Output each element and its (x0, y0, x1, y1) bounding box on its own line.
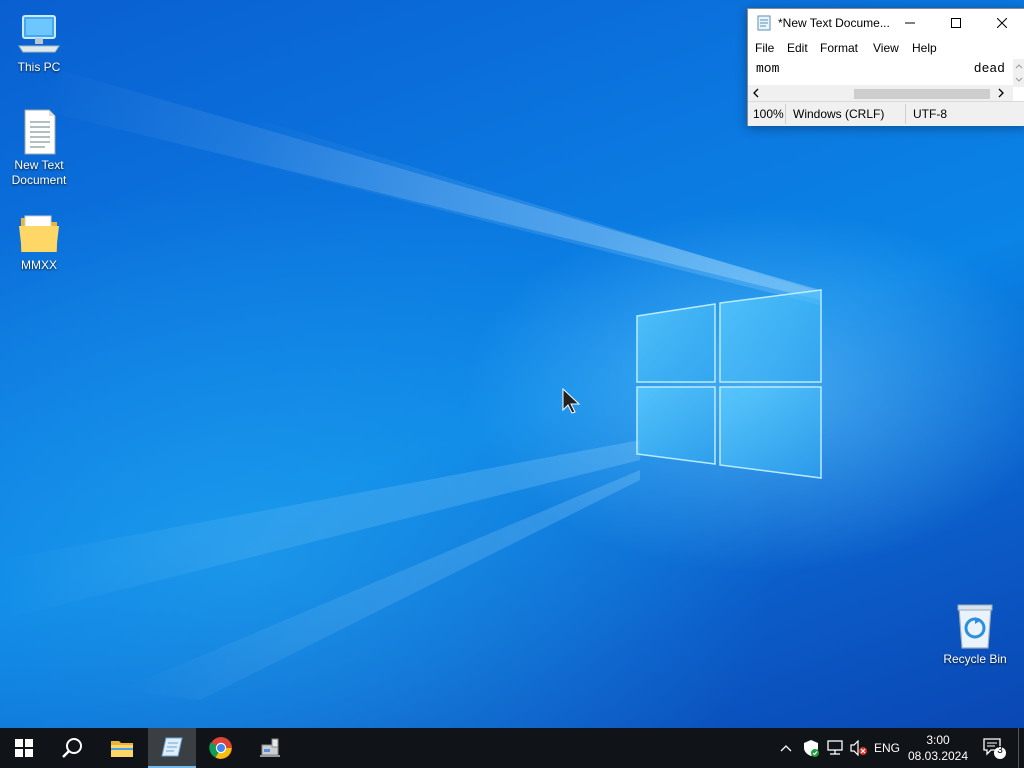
menu-format[interactable]: Format (820, 41, 858, 55)
encoding: UTF-8 (913, 107, 947, 121)
windows-logo (636, 289, 822, 479)
scroll-up-icon[interactable] (1013, 61, 1024, 71)
menu-edit[interactable]: Edit (787, 41, 808, 55)
desktop-icon-label: New Text Document (11, 158, 67, 187)
clock[interactable]: 3:00 08.03.2024 (906, 732, 970, 764)
status-separator (905, 104, 906, 124)
taskbar-network-app[interactable] (246, 728, 294, 768)
text-editor-area[interactable]: mom dead (748, 59, 1013, 87)
notepad-icon (161, 737, 183, 757)
scroll-left-icon[interactable] (751, 85, 761, 101)
network-drive-icon (260, 738, 280, 757)
menu-bar: File Edit Format View Help (748, 39, 1024, 59)
clock-date: 08.03.2024 (907, 749, 969, 763)
status-bar: 100% Windows (CRLF) UTF-8 (748, 101, 1024, 126)
desktop-icon-label: MMXX (21, 258, 57, 272)
notepad-icon (757, 15, 771, 31)
scroll-down-icon[interactable] (1013, 75, 1024, 85)
notification-count: 3 (997, 745, 1003, 756)
start-button[interactable] (0, 728, 48, 768)
minimize-button[interactable] (887, 9, 933, 37)
editor-text-right: dead (973, 61, 1005, 76)
show-desktop-button[interactable] (1018, 728, 1024, 768)
close-button[interactable] (979, 9, 1024, 37)
maximize-icon (951, 18, 961, 28)
desktop-icon-label: This PC (17, 60, 61, 74)
horizontal-scrollbar[interactable] (748, 85, 1013, 101)
action-center-button[interactable]: 3 (980, 728, 1008, 768)
tray-volume[interactable] (848, 728, 870, 768)
language-label: ENG (873, 741, 900, 755)
show-hidden-icons-button[interactable] (776, 728, 796, 768)
taskbar-notepad[interactable] (148, 728, 196, 768)
window-title: *New Text Docume... (778, 16, 890, 30)
maximize-button[interactable] (933, 9, 979, 37)
taskbar: ENG 3:00 08.03.2024 3 (0, 728, 1024, 768)
notepad-titlebar[interactable]: *New Text Docume... (748, 9, 1024, 37)
file-explorer-icon (111, 741, 133, 757)
tray-security[interactable] (800, 728, 822, 768)
search-icon (62, 738, 82, 758)
horizontal-scroll-thumb[interactable] (854, 89, 990, 99)
taskbar-file-explorer[interactable] (98, 728, 146, 768)
desktop-icon-new-text-document[interactable]: New Text Document (1, 108, 77, 188)
recycle-bin-icon (957, 604, 993, 649)
editor-text-left: mom (756, 61, 780, 76)
input-language[interactable]: ENG (872, 728, 902, 768)
text-document-icon (24, 109, 56, 155)
line-ending: Windows (CRLF) (793, 107, 885, 121)
desktop-icon-label: Recycle Bin (943, 652, 1007, 666)
desktop-icon-mmxx-folder[interactable]: MMXX (1, 208, 77, 273)
search-button[interactable] (48, 728, 96, 768)
clock-time: 3:00 (926, 733, 950, 747)
volume-muted-icon (850, 740, 867, 756)
start-icon (15, 739, 33, 757)
menu-help[interactable]: Help (912, 41, 937, 55)
close-icon (997, 18, 1007, 28)
menu-file[interactable]: File (755, 41, 774, 55)
notepad-window[interactable]: *New Text Docume... File Edit Format Vie… (747, 8, 1024, 126)
menu-view[interactable]: View (873, 41, 899, 55)
mouse-cursor (562, 388, 581, 414)
this-pc-icon (18, 15, 60, 53)
desktop-icon-recycle-bin[interactable]: Recycle Bin (937, 602, 1013, 667)
tray-network[interactable] (824, 728, 846, 768)
vertical-scrollbar[interactable] (1013, 59, 1024, 87)
folder-icon (19, 215, 59, 252)
taskbar-chrome[interactable] (197, 728, 245, 768)
scroll-right-icon[interactable] (996, 85, 1006, 101)
minimize-icon (905, 22, 915, 24)
shield-icon (804, 740, 819, 757)
status-separator (785, 104, 786, 124)
chevron-up-icon (780, 745, 792, 752)
chrome-icon (209, 737, 232, 759)
zoom-level: 100% (753, 107, 784, 121)
desktop-icon-this-pc[interactable]: This PC (1, 10, 77, 75)
network-icon (827, 740, 843, 755)
